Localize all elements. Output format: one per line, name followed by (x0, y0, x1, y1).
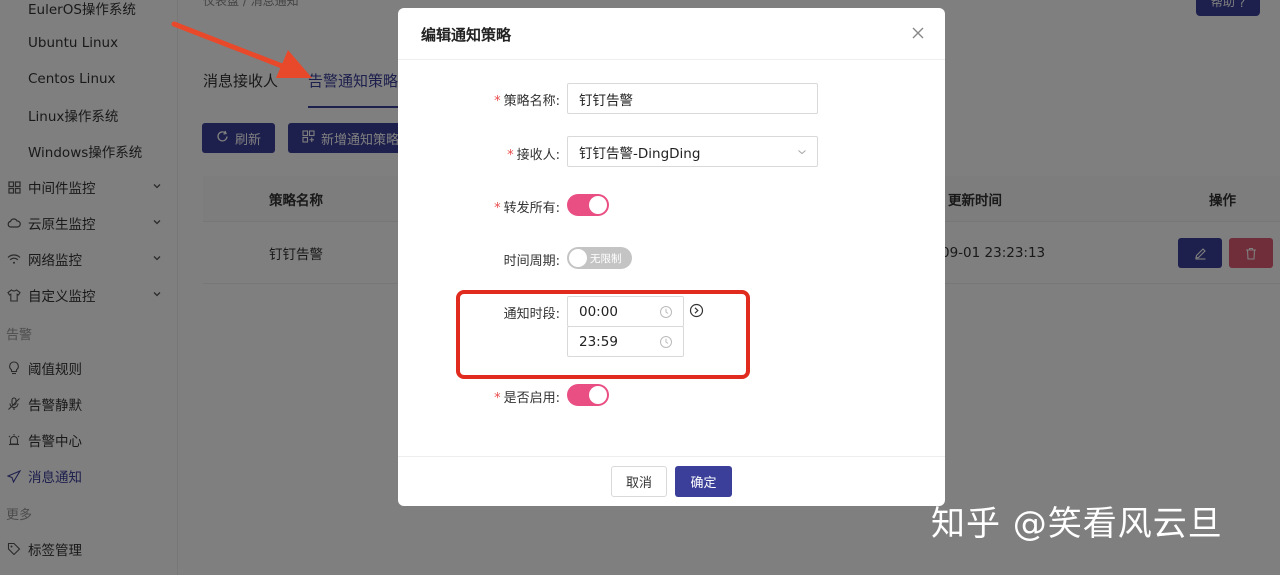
enabled-switch[interactable] (567, 384, 609, 406)
policy-name-input[interactable]: 钉钉告警 (567, 83, 818, 114)
time-start-input[interactable]: 00:00 (567, 296, 684, 327)
time-range-label: 通知时段: (503, 307, 560, 322)
enabled-label: * 是否启用: (398, 387, 560, 406)
watermark: 知乎 @笑看风云旦 (931, 504, 1223, 544)
forward-all-label: * 转发所有: (398, 197, 560, 216)
dialog-title: 编辑通知策略 (421, 26, 512, 44)
dialog-header-divider (398, 59, 945, 60)
time-end-value: 23:59 (579, 333, 618, 350)
confirm-button[interactable]: 确定 (675, 466, 732, 497)
chevron-down-icon (798, 150, 806, 155)
policy-name-label: * 策略名称: (398, 90, 560, 109)
label-text: 转发所有: (503, 201, 560, 216)
required-mark: * (494, 94, 501, 109)
label-text: 是否启用: (503, 391, 560, 406)
label-text: 接收人: (516, 148, 560, 163)
required-mark: * (494, 201, 501, 216)
switch-knob (589, 386, 607, 404)
required-mark: * (494, 391, 501, 406)
time-start-value: 00:00 (579, 303, 618, 320)
period-label: 时间周期: (503, 254, 560, 269)
receiver-label: * 接收人: (398, 144, 560, 163)
clock-icon (660, 336, 672, 348)
close-icon[interactable] (911, 26, 925, 40)
switch-knob (589, 196, 607, 214)
period-switch[interactable]: 无限制 (567, 247, 632, 269)
clock-icon (660, 306, 672, 318)
switch-knob (569, 249, 587, 267)
cancel-button[interactable]: 取消 (611, 466, 667, 497)
dialog-footer-divider (398, 456, 945, 457)
required-mark: * (507, 148, 514, 163)
time-end-input[interactable]: 23:59 (567, 326, 684, 357)
receiver-value: 钉钉告警-DingDing (579, 145, 701, 162)
receiver-select[interactable]: 钉钉告警-DingDing (567, 136, 818, 167)
annotation-arrow (171, 21, 312, 78)
label-text: 策略名称: (503, 94, 560, 109)
switch-text: 无限制 (590, 253, 622, 265)
edit-policy-dialog: 编辑通知策略 * 策略名称: 钉钉告警 * 接收人: 钉钉告警-DingDing *… (398, 8, 945, 506)
arrow-right-circle-icon (689, 303, 704, 318)
forward-all-switch[interactable] (567, 194, 609, 216)
